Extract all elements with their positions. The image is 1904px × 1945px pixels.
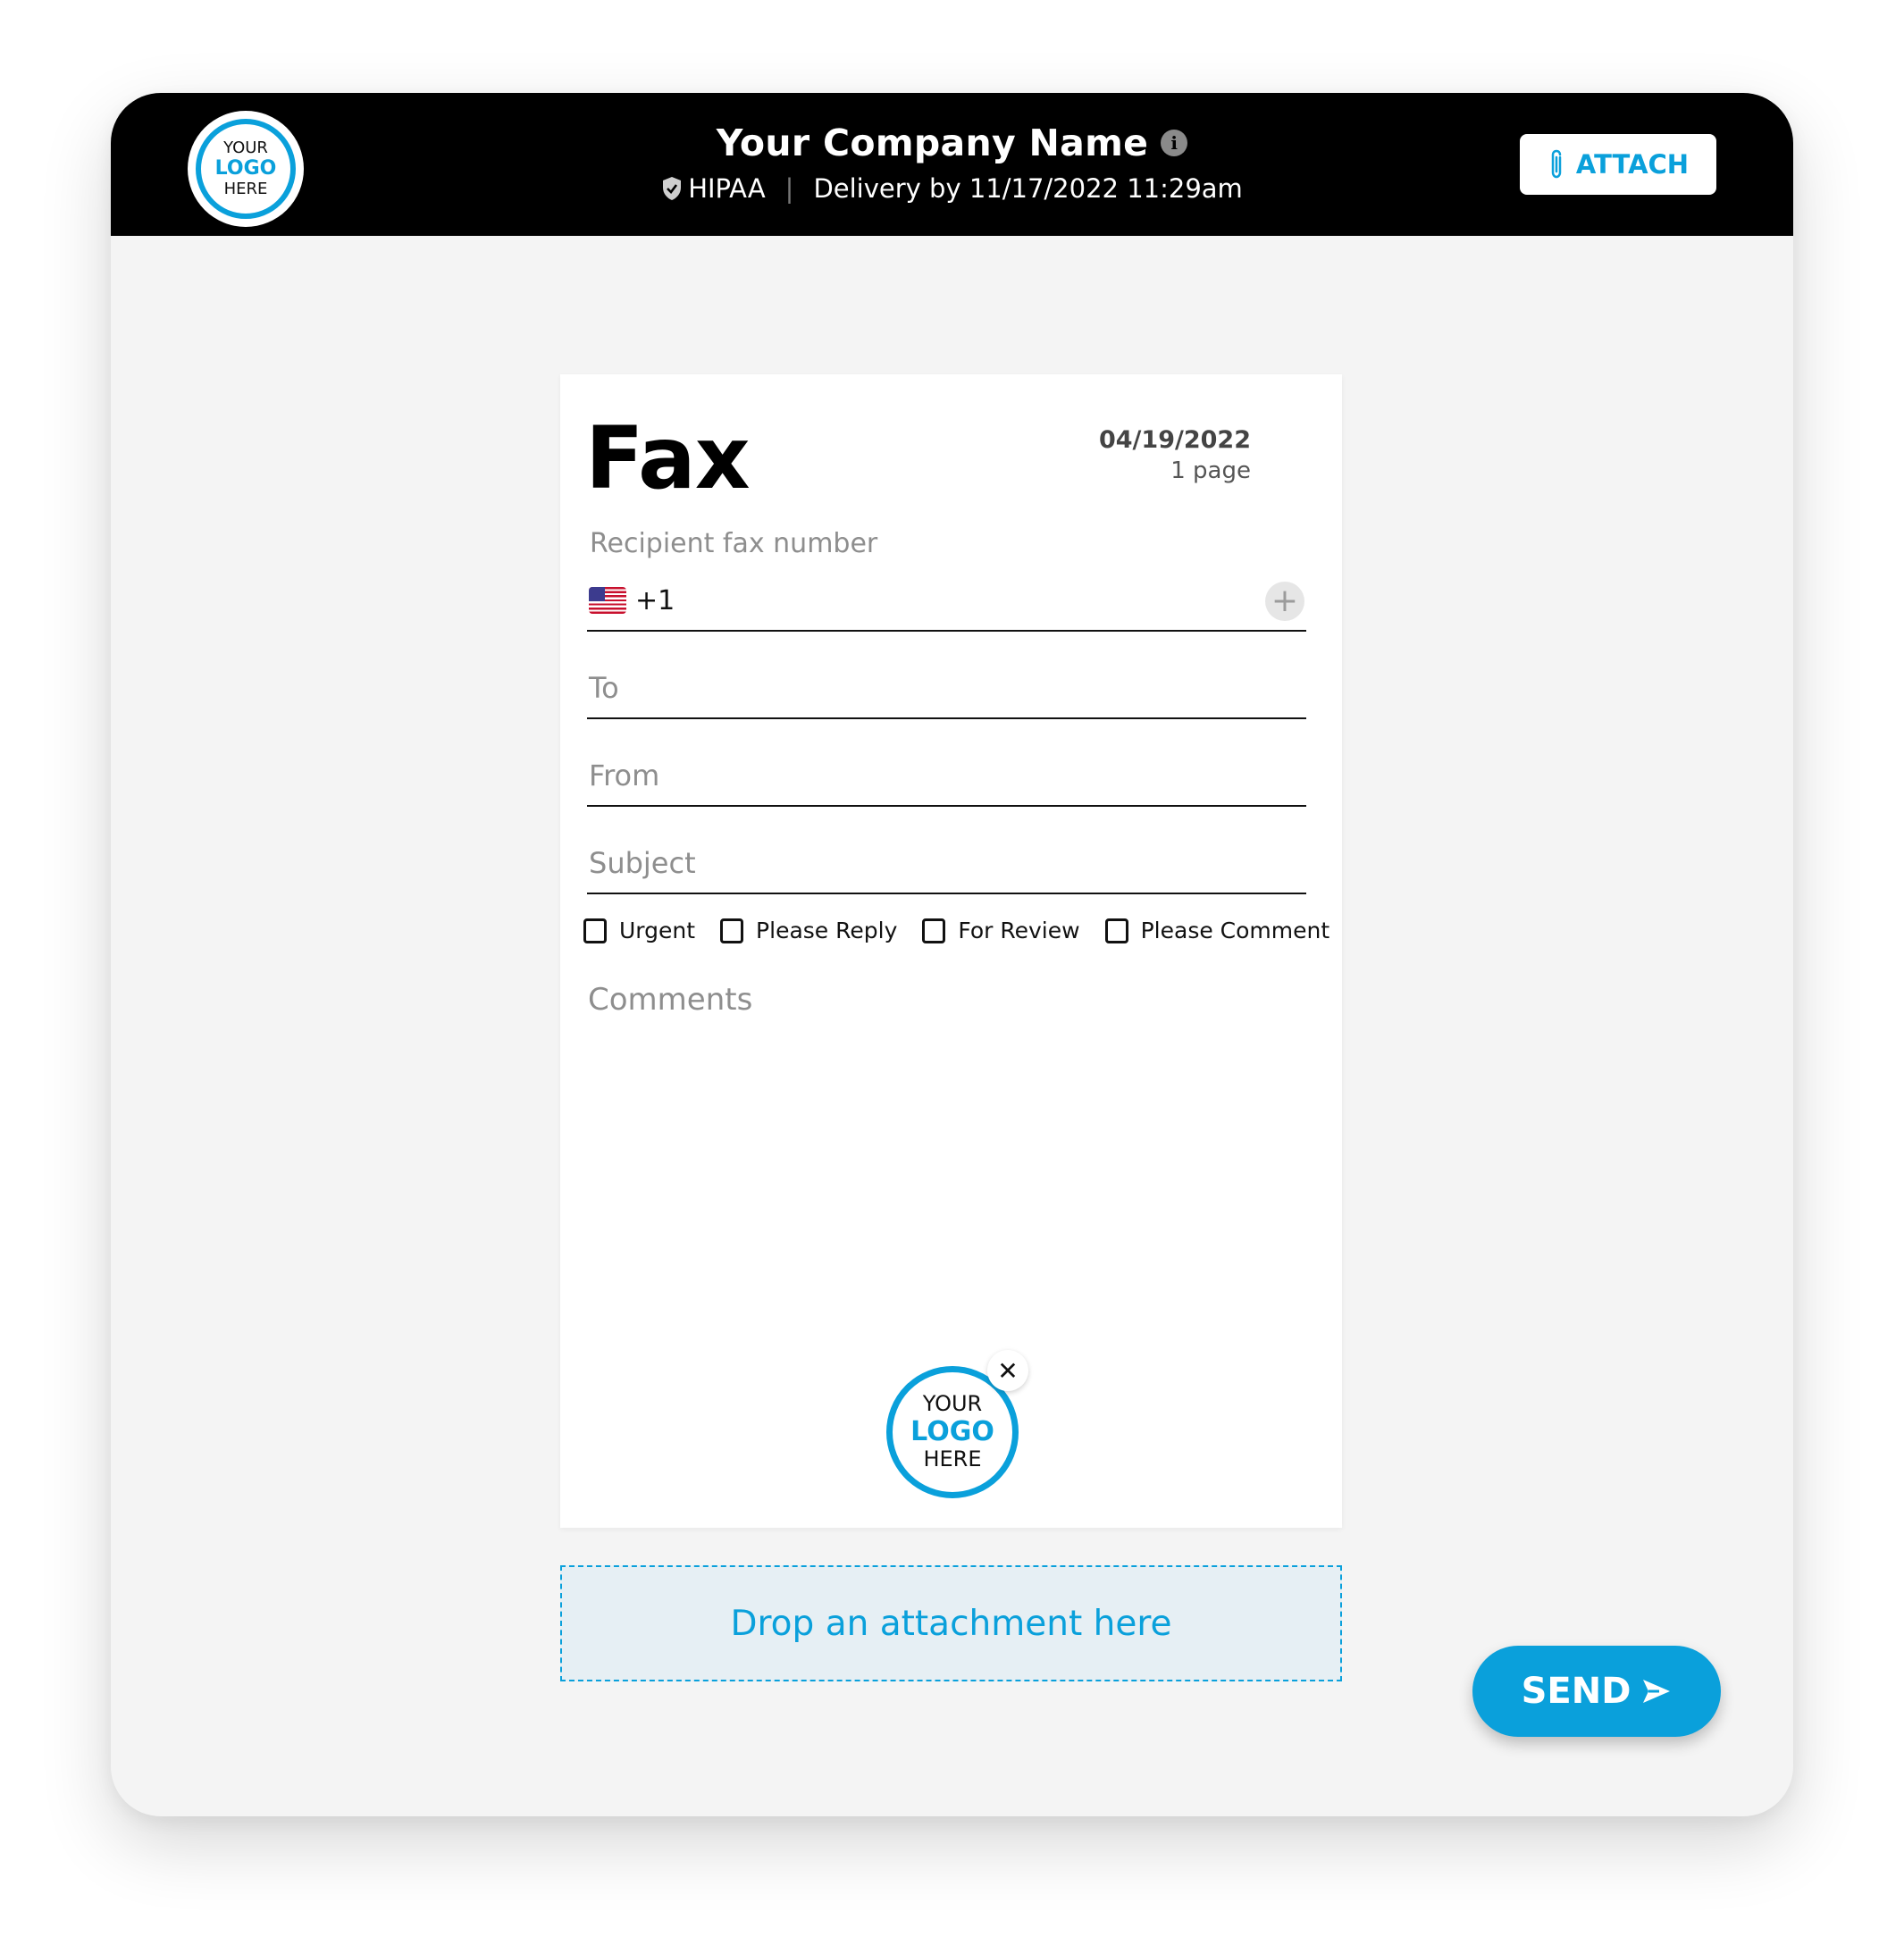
attach-label: ATTACH [1575,149,1690,180]
recipient-label: Recipient fax number [590,528,878,559]
subject-placeholder: Subject [589,846,696,880]
checkbox-label: Please Comment [1140,918,1330,943]
checkbox-urgent[interactable]: Urgent [583,918,695,943]
from-field[interactable]: From [587,742,1306,807]
country-code: +1 [635,584,675,616]
us-flag-icon[interactable] [589,587,626,614]
close-icon[interactable]: ✕ [987,1350,1028,1391]
checkbox-box[interactable] [922,918,946,943]
plus-icon[interactable]: + [1265,582,1304,621]
fax-compose-window: YOUR LOGO HERE Your Company Name i HIPAA… [111,93,1793,1816]
checkbox-box[interactable] [583,918,607,943]
to-field[interactable]: To [587,651,1306,719]
checkbox-please-comment[interactable]: Please Comment [1104,918,1330,943]
fax-meta: 04/19/2022 1 page [1099,426,1251,484]
checkbox-label: For Review [958,918,1080,943]
from-placeholder: From [589,759,660,792]
send-label: SEND [1521,1671,1631,1712]
fax-date: 04/19/2022 [1098,426,1251,454]
page-count: 1 page [1170,457,1251,484]
checkbox-label: Please Reply [756,918,898,943]
to-placeholder: To [589,671,619,705]
logo-line-2: LOGO [910,1415,994,1447]
checkbox-for-review[interactable]: For Review [922,918,1080,943]
checkbox-box[interactable] [1104,918,1128,943]
logo-line-3: HERE [923,1446,982,1472]
recipient-fax-input[interactable]: +1 + [587,571,1306,632]
send-button[interactable]: SEND [1472,1646,1721,1737]
fax-title: Fax [585,408,751,508]
comments-textarea[interactable]: Comments [588,982,752,1018]
logo-line-1: YOUR [922,1391,983,1417]
header-subtitle: HIPAA | Delivery by 11/17/2022 11:29am [661,173,1243,204]
checkbox-box[interactable] [720,918,744,943]
shield-check-icon [663,177,682,200]
company-name-row: Your Company Name i [717,122,1188,164]
dropzone-label: Drop an attachment here [730,1603,1172,1644]
company-name: Your Company Name [716,122,1149,164]
send-arrow-icon [1643,1680,1671,1703]
checkbox-group: Urgent Please Reply For Review Please Co… [583,918,1329,943]
paperclip-icon [1551,149,1562,179]
info-icon[interactable]: i [1161,130,1188,156]
separator: | [784,173,794,204]
attach-button[interactable]: ATTACH [1520,134,1716,195]
fax-cover-sheet: Fax 04/19/2022 1 page Recipient fax numb… [560,374,1342,1528]
subject-field[interactable]: Subject [587,830,1306,894]
hipaa-label: HIPAA [688,173,766,204]
checkbox-please-reply[interactable]: Please Reply [720,918,897,943]
checkbox-label: Urgent [619,918,696,943]
attachment-dropzone[interactable]: Drop an attachment here [560,1565,1342,1681]
delivery-text: Delivery by 11/17/2022 11:29am [813,173,1243,204]
header-bar: YOUR LOGO HERE Your Company Name i HIPAA… [111,93,1793,236]
